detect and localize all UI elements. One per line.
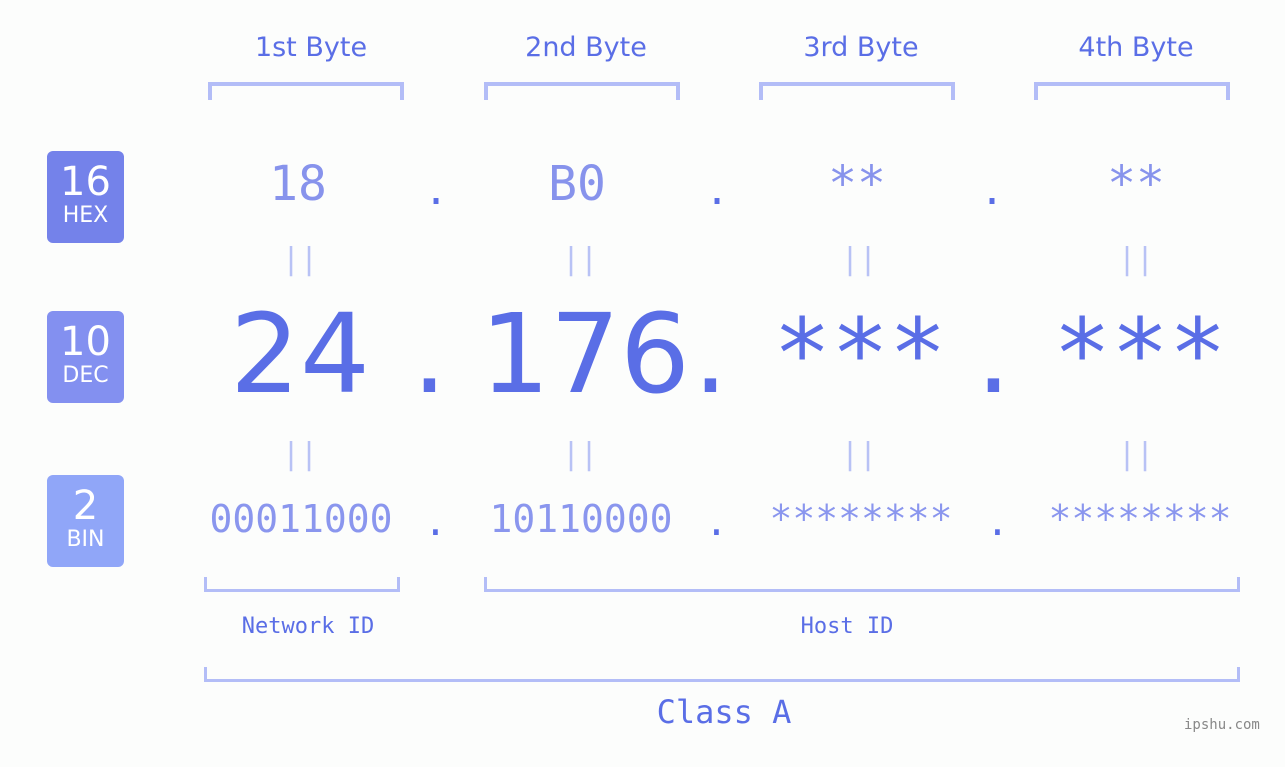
byte-header-3: 3rd Byte xyxy=(803,32,919,63)
equals-sign: || xyxy=(1117,242,1155,277)
equals-sign: || xyxy=(561,242,599,277)
dec-byte-3: *** xyxy=(773,298,947,410)
dec-badge: 10 DEC xyxy=(47,311,124,403)
hex-byte-2: B0 xyxy=(548,156,606,212)
watermark: ipshu.com xyxy=(1184,717,1260,733)
equals-sign: || xyxy=(561,437,599,472)
dec-separator-3: . xyxy=(976,290,1011,418)
bin-separator-3: . xyxy=(986,500,1009,544)
class-label: Class A xyxy=(656,693,792,731)
hex-separator-1: . xyxy=(424,168,449,214)
hex-byte-3: ** xyxy=(828,156,886,212)
hex-byte-1: 18 xyxy=(269,156,327,212)
byte-bracket-4 xyxy=(1034,82,1230,100)
hex-byte-4: ** xyxy=(1107,156,1165,212)
bin-badge-label: BIN xyxy=(66,527,105,552)
byte-bracket-1 xyxy=(208,82,404,100)
class-bracket xyxy=(204,667,1240,682)
hex-badge: 16 HEX xyxy=(47,151,124,243)
dec-separator-2: . xyxy=(693,290,728,418)
hex-badge-number: 16 xyxy=(60,159,111,205)
byte-bracket-2 xyxy=(484,82,680,100)
equals-sign: || xyxy=(1117,437,1155,472)
hex-separator-2: . xyxy=(705,168,730,214)
host-id-label: Host ID xyxy=(800,614,894,639)
dec-byte-2: 176 xyxy=(480,290,690,418)
bin-separator-1: . xyxy=(424,500,447,544)
equals-sign: || xyxy=(281,437,319,472)
bin-separator-2: . xyxy=(705,500,728,544)
dec-separator-1: . xyxy=(412,290,447,418)
host-id-bracket xyxy=(484,577,1240,592)
equals-sign: || xyxy=(840,437,878,472)
hex-badge-label: HEX xyxy=(62,203,109,228)
network-id-bracket xyxy=(204,577,400,592)
byte-header-1: 1st Byte xyxy=(254,32,368,63)
equals-sign: || xyxy=(281,242,319,277)
byte-header-2: 2nd Byte xyxy=(525,32,647,63)
bin-byte-3: ******** xyxy=(769,497,953,541)
dec-byte-4: *** xyxy=(1053,298,1227,410)
equals-sign: || xyxy=(840,242,878,277)
dec-byte-1: 24 xyxy=(230,290,370,418)
bin-byte-1: 00011000 xyxy=(209,497,393,541)
bin-badge: 2 BIN xyxy=(47,475,124,567)
bin-byte-4: ******** xyxy=(1048,497,1232,541)
dec-badge-label: DEC xyxy=(62,363,109,388)
hex-separator-3: . xyxy=(980,168,1005,214)
byte-bracket-3 xyxy=(759,82,955,100)
bin-badge-number: 2 xyxy=(72,483,99,529)
byte-header-4: 4th Byte xyxy=(1078,32,1194,63)
dec-badge-number: 10 xyxy=(60,319,111,365)
network-id-label: Network ID xyxy=(241,614,375,639)
bin-byte-2: 10110000 xyxy=(489,497,673,541)
